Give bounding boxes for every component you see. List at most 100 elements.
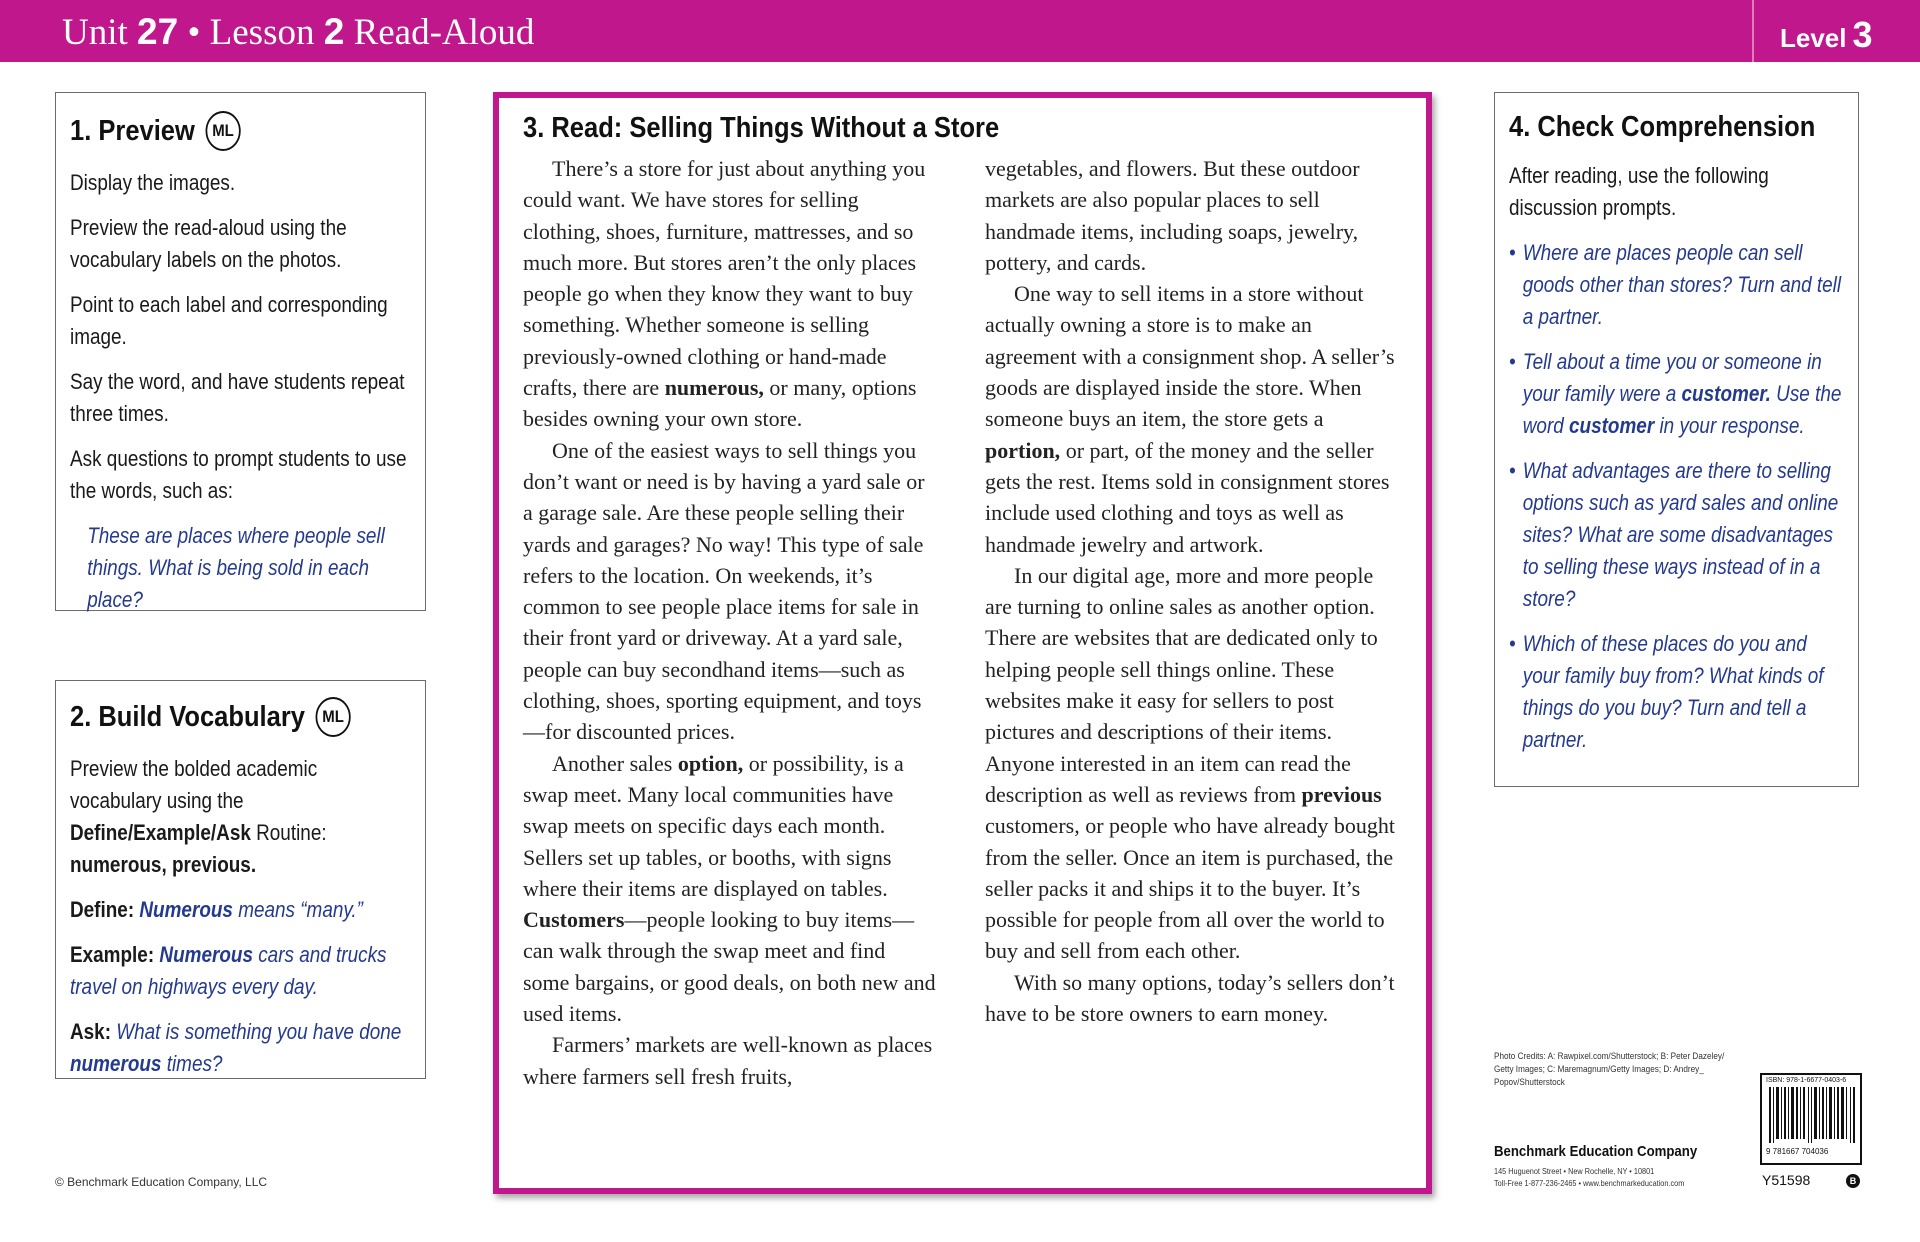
vocabulary-panel: 2. Build Vocabulary ML Preview the bolde…	[55, 680, 426, 1079]
paragraph-text: There’s a store for just about anything …	[523, 156, 926, 401]
define-label: Define:	[70, 897, 135, 922]
prompt-text: Which of these places do you and your fa…	[1522, 631, 1824, 752]
ask-line: Ask: What is something you have done num…	[70, 1016, 410, 1080]
ml-badge-icon: ML	[315, 697, 351, 737]
unit-label: Unit	[62, 12, 128, 53]
publisher-address: 145 Huguenot Street • New Rochelle, NY •…	[1494, 1165, 1684, 1189]
ask-text: times?	[161, 1051, 223, 1076]
bullet-icon: •	[1509, 631, 1516, 656]
barcode-icon	[1769, 1087, 1855, 1143]
vocab-word: Numerous	[139, 897, 233, 922]
read-paragraph: There’s a store for just about anything …	[523, 153, 937, 435]
preview-step: Point to each label and corresponding im…	[70, 292, 388, 349]
vocab-word: numerous	[70, 1051, 162, 1076]
vocab-word: Numerous	[159, 942, 253, 967]
bullet-icon: •	[1509, 458, 1516, 483]
product-code: Y51598	[1762, 1172, 1811, 1188]
paragraph-text: In our digital age, more and more people…	[985, 562, 1378, 807]
bullet-icon: •	[1509, 349, 1516, 374]
vocabulary-words: numerous, previous.	[70, 852, 257, 877]
read-text: There’s a store for just about anything …	[523, 153, 1400, 1092]
level-number: 3	[1852, 14, 1873, 55]
header-bar: Unit 27 • Lesson 2 Read-Aloud Level 3	[0, 0, 1920, 62]
vocabulary-body: Preview the bolded academic vocabulary u…	[70, 753, 410, 1080]
paragraph-text: Another sales	[552, 750, 678, 776]
read-paragraph: With so many options, today’s sellers do…	[985, 969, 1395, 1027]
read-column-left: There’s a store for just about anything …	[523, 153, 937, 1092]
separator: •	[187, 12, 201, 53]
preview-step: Ask questions to prompt students to use …	[70, 446, 407, 503]
discussion-prompt: • Where are places people can sell goods …	[1509, 237, 1843, 333]
define-text: means “many.”	[232, 897, 363, 922]
comprehension-title: 4. Check Comprehension	[1509, 111, 1816, 143]
barcode-isbn: ISBN: 978-1-6677-0403-6	[1766, 1077, 1847, 1084]
define-line: Define: Numerous means “many.”	[70, 894, 410, 926]
vocab-word: customer	[1569, 413, 1655, 438]
discussion-prompt: • What advantages are there to selling op…	[1509, 455, 1843, 615]
photo-credits: Photo Credits: A: Rawpixel.com/Shutterst…	[1494, 1051, 1725, 1088]
preview-step: Say the word, and have students repeat t…	[70, 369, 405, 426]
ask-text: What is something you have done	[111, 1019, 402, 1044]
unit-number: 27	[137, 11, 179, 52]
intro-text: Preview the bolded academic vocabulary u…	[70, 756, 318, 813]
paragraph-text: One way to sell items in a store without…	[985, 281, 1395, 432]
barcode: ISBN: 978-1-6677-0403-6 9 781667 704036	[1760, 1073, 1862, 1165]
example-label: Example:	[70, 942, 155, 967]
read-paragraph: One of the easiest ways to sell things y…	[523, 437, 925, 745]
vocab-word: customer.	[1681, 381, 1771, 406]
vocabulary-intro: Preview the bolded academic vocabulary u…	[70, 753, 410, 881]
address-line: 145 Huguenot Street • New Rochelle, NY •…	[1494, 1166, 1655, 1176]
copyright-notice: © Benchmark Education Company, LLC	[55, 1175, 268, 1189]
preview-body: Display the images. Preview the read-alo…	[70, 167, 410, 616]
comprehension-intro: After reading, use the following discuss…	[1509, 163, 1769, 220]
header-divider	[1752, 0, 1754, 62]
read-paragraph: Another sales option, or possibility, is…	[523, 748, 937, 1030]
bold-vocab-word: portion,	[985, 437, 1061, 463]
preview-quote: These are places where people sell thing…	[87, 523, 385, 612]
vocabulary-title: 2. Build Vocabulary	[70, 700, 305, 733]
read-paragraph: Farmers’ markets are well-known as place…	[523, 1032, 933, 1089]
vocabulary-heading: 2. Build Vocabulary ML	[70, 697, 370, 737]
bullet-icon: •	[1509, 240, 1516, 265]
bold-vocab-word: option,	[677, 750, 744, 776]
lesson-type: Read-Aloud	[353, 12, 535, 53]
level-label: Level	[1780, 23, 1847, 53]
read-title: 3. Read: Selling Things Without a Store	[523, 112, 1000, 144]
read-paragraph: In our digital age, more and more people…	[985, 560, 1399, 967]
prompt-text: Where are places people can sell goods o…	[1522, 240, 1842, 329]
tollfree-line: Toll-Free 1-877-236-2465 • www.benchmark…	[1494, 1178, 1685, 1188]
prompt-text: What advantages are there to selling opt…	[1522, 458, 1839, 611]
benchmark-mark-icon: B	[1846, 1174, 1860, 1188]
read-heading: 3. Read: Selling Things Without a Store	[523, 112, 1295, 145]
read-column-right: vegetables, and flowers. But these outdo…	[985, 153, 1399, 1092]
comprehension-heading: 4. Check Comprehension	[1509, 111, 1815, 144]
routine-name: Define/Example/Ask	[70, 820, 251, 845]
unit-lesson-title: Unit 27 • Lesson 2 Read-Aloud	[62, 11, 535, 54]
comprehension-body: After reading, use the following discuss…	[1509, 160, 1843, 756]
bold-vocab-word: previous	[1301, 781, 1382, 807]
read-aloud-panel: 3. Read: Selling Things Without a Store …	[493, 92, 1432, 1194]
level-indicator: Level 3	[1780, 14, 1873, 56]
preview-panel: 1. Preview ML Display the images. Previe…	[55, 92, 426, 612]
barcode-number: 9 781667 704036	[1766, 1147, 1829, 1156]
preview-step: Display the images.	[70, 170, 236, 195]
ask-label: Ask:	[70, 1019, 112, 1044]
example-line: Example: Numerous cars and trucks travel…	[70, 939, 410, 1003]
read-paragraph: vegetables, and flowers. But these outdo…	[985, 156, 1360, 275]
preview-heading: 1. Preview ML	[70, 111, 370, 151]
comprehension-panel: 4. Check Comprehension After reading, us…	[1494, 92, 1859, 787]
discussion-prompt: • Tell about a time you or someone in you…	[1509, 346, 1843, 442]
lesson-number: 2	[323, 11, 345, 52]
preview-title: 1. Preview	[70, 114, 195, 147]
read-paragraph: One way to sell items in a store without…	[985, 278, 1399, 560]
ml-badge-icon: ML	[205, 111, 241, 151]
prompt-text: in your response.	[1654, 413, 1805, 438]
bold-vocab-word: numerous,	[664, 375, 764, 401]
bold-vocab-word: Customers	[523, 907, 625, 933]
discussion-prompt: • Which of these places do you and your f…	[1509, 628, 1843, 756]
publisher-name: Benchmark Education Company	[1494, 1143, 1698, 1160]
paragraph-text: customers, or people who have already bo…	[985, 813, 1395, 964]
lesson-label: Lesson	[209, 12, 315, 53]
preview-step: Preview the read-aloud using the vocabul…	[70, 215, 347, 272]
intro-text: Routine:	[250, 820, 327, 845]
